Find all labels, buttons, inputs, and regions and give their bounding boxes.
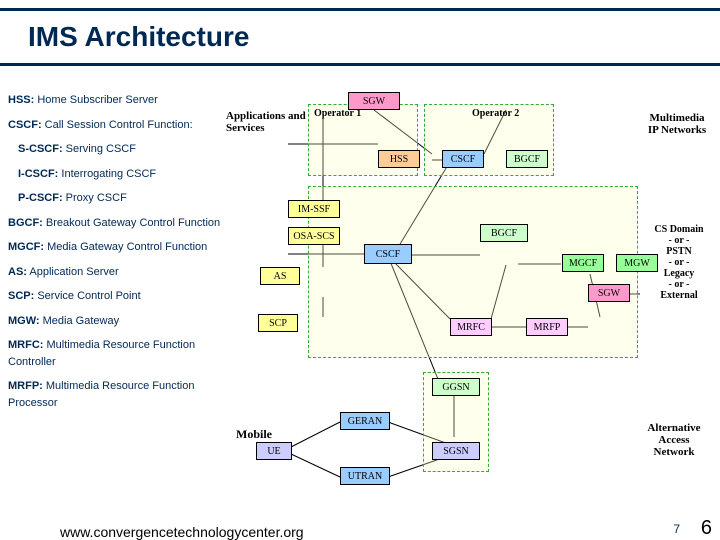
operator2-label: Operator 2 bbox=[472, 108, 519, 119]
legend-icscf: I-CSCF: Interrogating CSCF bbox=[8, 166, 228, 183]
node-mrfc: MRFC bbox=[450, 318, 492, 336]
node-sgsn: SGSN bbox=[432, 442, 480, 460]
node-cscf2: CSCF bbox=[364, 244, 412, 264]
node-osascs: OSA-SCS bbox=[288, 227, 340, 245]
legend-cscf: CSCF: Call Session Control Function: bbox=[8, 117, 228, 134]
node-ue: UE bbox=[256, 442, 292, 460]
node-geran: GERAN bbox=[340, 412, 390, 430]
footer: www.convergencetechnologycenter.org 7 6 bbox=[0, 510, 720, 540]
page-number-6: 6 bbox=[701, 517, 712, 540]
legend-as: AS: Application Server bbox=[8, 264, 228, 281]
node-as: AS bbox=[260, 267, 300, 285]
legend-pcscf: P-CSCF: Proxy CSCF bbox=[8, 190, 228, 207]
footer-url: www.convergencetechnologycenter.org bbox=[60, 524, 460, 540]
diagram: Applications and Services Mobile Multime… bbox=[228, 92, 708, 492]
node-mgcf: MGCF bbox=[562, 254, 604, 272]
legend-mgcf: MGCF: Media Gateway Control Function bbox=[8, 239, 228, 256]
legend-scp: SCP: Service Control Point bbox=[8, 288, 228, 305]
legend-mrfc: MRFC: Multimedia Resource Function Contr… bbox=[8, 337, 228, 370]
legend-mrfp: MRFP: Multimedia Resource Function Proce… bbox=[8, 378, 228, 411]
section-alt: Alternative Access Network bbox=[638, 422, 710, 458]
section-mmip: Multimedia IP Networks bbox=[644, 112, 710, 136]
legend: HSS: Home Subscriber Server CSCF: Call S… bbox=[8, 92, 228, 419]
legend-hss: HSS: Home Subscriber Server bbox=[8, 92, 228, 109]
node-ggsn: GGSN bbox=[432, 378, 480, 396]
legend-mgw: MGW: Media Gateway bbox=[8, 313, 228, 330]
node-bgcf2: BGCF bbox=[480, 224, 528, 242]
node-imssf: IM-SSF bbox=[288, 200, 340, 218]
node-hss: HSS bbox=[378, 150, 420, 168]
node-sgw2: SGW bbox=[588, 284, 630, 302]
page-number-7: 7 bbox=[673, 522, 680, 536]
section-mobile: Mobile bbox=[236, 427, 272, 442]
node-mrfp: MRFP bbox=[526, 318, 568, 336]
legend-bgcf: BGCF: Breakout Gateway Control Function bbox=[8, 215, 228, 232]
node-mgw: MGW bbox=[616, 254, 658, 272]
node-utran: UTRAN bbox=[340, 467, 390, 485]
legend-scscf: S-CSCF: Serving CSCF bbox=[8, 141, 228, 158]
node-bgcf1: BGCF bbox=[506, 150, 548, 168]
node-cscf1: CSCF bbox=[442, 150, 484, 168]
section-apps: Applications and Services bbox=[226, 110, 306, 134]
node-sgw1: SGW bbox=[348, 92, 400, 110]
page-title: IMS Architecture bbox=[0, 8, 720, 66]
node-scp: SCP bbox=[258, 314, 298, 332]
